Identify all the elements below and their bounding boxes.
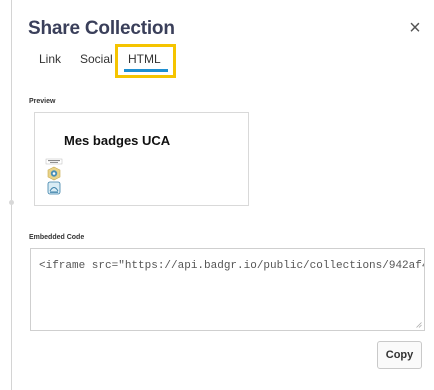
dialog-title: Share Collection [28,18,175,39]
tab-social[interactable]: Social [80,52,113,66]
left-divider [11,0,12,390]
copy-button[interactable]: Copy [377,341,422,369]
uca-badge-logo-icon [45,158,63,195]
collection-preview-card: Mes badges UCA [34,112,249,206]
preview-label: Preview [29,98,56,105]
resize-handle-icon[interactable] [416,322,422,328]
left-divider-knob [9,200,14,205]
tab-html[interactable]: HTML [128,52,161,66]
embedded-code-label: Embedded Code [29,234,85,241]
embedded-code-text: <iframe src="https://api.badgr.io/public… [39,260,425,272]
collection-name: Mes badges UCA [64,133,171,148]
embedded-code-textarea[interactable]: <iframe src="https://api.badgr.io/public… [30,248,425,331]
close-icon[interactable]: × [404,17,426,39]
tab-link[interactable]: Link [39,52,61,66]
active-tab-indicator [124,69,168,72]
